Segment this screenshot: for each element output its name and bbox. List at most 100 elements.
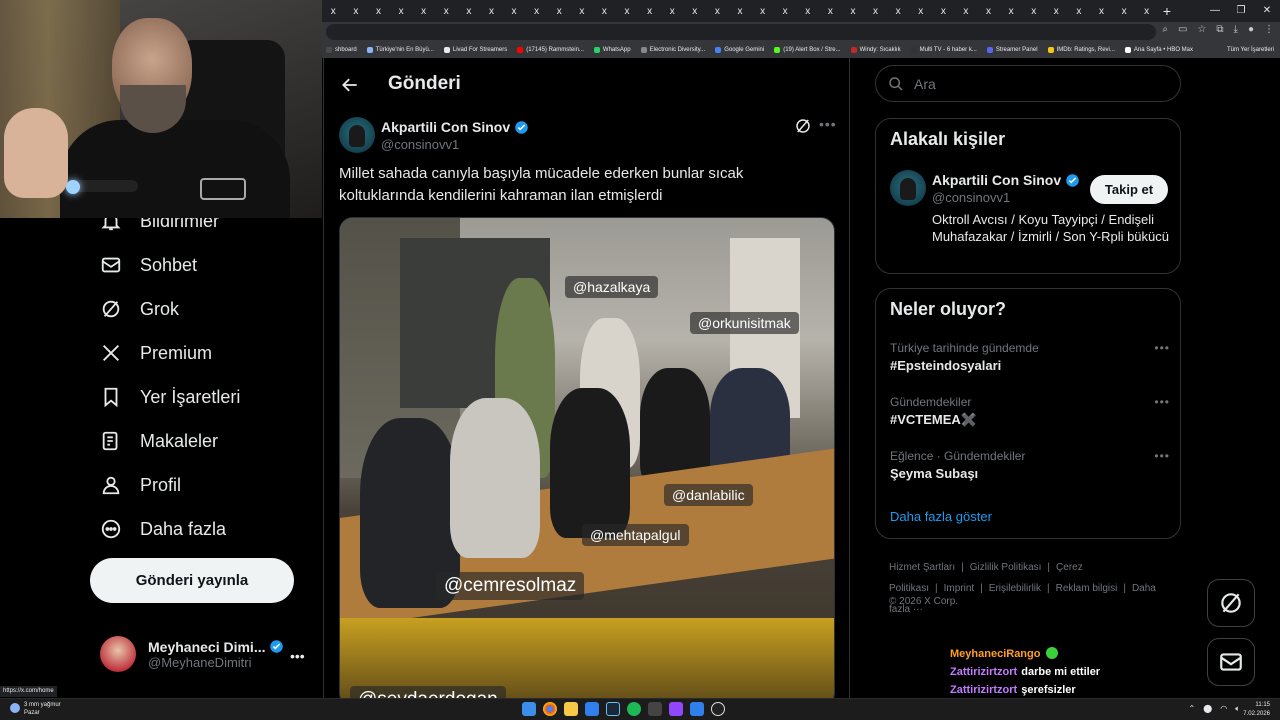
tab-close-button[interactable]: x <box>390 6 413 17</box>
related-name-row[interactable]: Akpartili Con Sinov <box>932 172 1080 188</box>
account-more-icon[interactable]: ••• <box>290 648 305 664</box>
tab-close-button[interactable]: x <box>1000 6 1023 17</box>
footer-link[interactable]: Erişilebilirlik <box>989 583 1041 594</box>
tab-close-button[interactable]: x <box>955 6 978 17</box>
related-handle[interactable]: @consinovv1 <box>932 190 1010 205</box>
tab-close-button[interactable]: x <box>909 6 932 17</box>
tab-close-button[interactable]: x <box>571 6 594 17</box>
zoom-icon[interactable]: ⌕ <box>1162 24 1168 35</box>
download-icon[interactable]: ⤓ <box>1234 24 1238 35</box>
tab-close-button[interactable]: x <box>661 6 684 17</box>
trend-item[interactable]: Türkiye tarihinde gündemde #Epsteindosya… <box>890 341 1170 373</box>
minimize-button[interactable]: — <box>1202 0 1228 22</box>
wifi-icon[interactable]: ◠ <box>1220 704 1227 714</box>
related-avatar[interactable] <box>890 170 926 206</box>
post-more-icon[interactable]: ••• <box>819 116 837 132</box>
show-more-link[interactable]: Daha fazla göster <box>890 509 992 524</box>
tab-close-button[interactable]: x <box>774 6 797 17</box>
new-tab-button[interactable]: + <box>1158 3 1176 19</box>
menu-icon[interactable]: ⋮ <box>1264 24 1274 35</box>
tab-close-button[interactable]: x <box>1022 6 1045 17</box>
trend-more-icon[interactable]: ••• <box>1154 341 1170 355</box>
bookmark-item[interactable]: Livad For Streamers <box>443 47 507 53</box>
all-bookmarks-button[interactable]: Tüm Yer İşaretleri <box>1227 42 1274 58</box>
maximize-button[interactable]: ❐ <box>1228 0 1254 22</box>
nav-item-grok[interactable]: Grok <box>100 298 179 320</box>
volume-icon[interactable]: 🔈︎ <box>1235 704 1240 714</box>
tab-close-button[interactable]: x <box>1113 6 1136 17</box>
post-media-image[interactable]: @hazalkaya @orkunisitmak @danlabilic @me… <box>339 217 835 698</box>
tab-close-button[interactable]: x <box>503 6 526 17</box>
tab-close-button[interactable]: x <box>367 6 390 17</box>
follow-button[interactable]: Takip et <box>1090 175 1168 204</box>
author-avatar[interactable] <box>339 117 375 153</box>
start-icon[interactable] <box>522 702 536 716</box>
clock[interactable]: 11:15 7.02.2026 <box>1243 701 1270 719</box>
app-icon[interactable] <box>585 702 599 716</box>
tab-close-button[interactable]: x <box>706 6 729 17</box>
tab-close-button[interactable]: x <box>412 6 435 17</box>
nav-item-profil[interactable]: Profil <box>100 474 181 496</box>
close-window-button[interactable]: ✕ <box>1254 0 1280 22</box>
account-switcher[interactable]: Meyhaneci Dimi... @MeyhaneDimitri <box>100 636 284 672</box>
tab-close-button[interactable]: x <box>322 6 345 17</box>
tab-close-button[interactable]: x <box>1135 6 1158 17</box>
trend-more-icon[interactable]: ••• <box>1154 449 1170 463</box>
nav-item-sohbet[interactable]: Sohbet <box>100 254 197 276</box>
nav-item-premium[interactable]: Premium <box>100 342 212 364</box>
tab-close-button[interactable]: x <box>593 6 616 17</box>
tab-close-button[interactable]: x <box>458 6 481 17</box>
tab-close-button[interactable]: x <box>525 6 548 17</box>
search-input[interactable]: Ara <box>875 65 1181 102</box>
grok-fab-button[interactable] <box>1207 579 1255 627</box>
nav-item-makaleler[interactable]: Makaleler <box>100 430 218 452</box>
tab-close-button[interactable]: x <box>887 6 910 17</box>
cast-icon[interactable]: ▭ <box>1178 24 1187 35</box>
bookmark-item[interactable]: (19) Alert Box / Stre... <box>774 47 841 53</box>
bookmark-item[interactable]: (17145) Rammstein... <box>517 47 584 53</box>
trend-more-icon[interactable]: ••• <box>1154 395 1170 409</box>
messages-fab-button[interactable] <box>1207 638 1255 686</box>
tray-chevron-icon[interactable]: ⌃ <box>1189 704 1196 714</box>
weather-widget[interactable]: 3 mm yağmur Pazar <box>10 701 61 717</box>
app-icon[interactable] <box>690 702 704 716</box>
profile-icon[interactable]: ● <box>1248 24 1254 35</box>
footer-link[interactable]: Reklam bilgisi <box>1056 583 1118 594</box>
bookmark-item[interactable]: Streamer Panel <box>986 47 1038 53</box>
folder-icon[interactable] <box>564 702 578 716</box>
bookmark-item[interactable]: Multi TV - 6 haber k... <box>910 47 977 53</box>
tab-close-button[interactable]: x <box>842 6 865 17</box>
nav-item-daha-fazla[interactable]: Daha fazla <box>100 518 226 540</box>
steam-icon[interactable] <box>606 702 620 716</box>
app-icon[interactable] <box>669 702 683 716</box>
tab-close-button[interactable]: x <box>345 6 368 17</box>
tab-close-button[interactable]: x <box>435 6 458 17</box>
tab-close-button[interactable]: x <box>616 6 639 17</box>
author-name-row[interactable]: Akpartili Con Sinov <box>381 119 529 135</box>
tab-close-button[interactable]: x <box>864 6 887 17</box>
bookmark-item[interactable]: Windy: Sıcaklık <box>850 47 901 53</box>
tab-close-button[interactable]: x <box>1045 6 1068 17</box>
tab-close-button[interactable]: x <box>796 6 819 17</box>
tab-close-button[interactable]: x <box>729 6 752 17</box>
tab-close-button[interactable]: x <box>977 6 1000 17</box>
bookmark-item[interactable]: Türkiye'nin En Büyü... <box>366 47 434 53</box>
obs-icon[interactable] <box>711 702 725 716</box>
url-field[interactable] <box>326 24 1156 40</box>
author-handle[interactable]: @consinovv1 <box>381 137 459 152</box>
trend-item[interactable]: Gündemdekiler #VCTEMEA✖️ ••• <box>890 395 1170 428</box>
star-icon[interactable]: ☆ <box>1197 24 1206 35</box>
tab-close-button[interactable]: x <box>932 6 955 17</box>
tab-close-button[interactable]: x <box>819 6 842 17</box>
back-arrow-icon[interactable] <box>340 75 360 95</box>
grok-icon[interactable] <box>794 117 812 135</box>
tab-close-button[interactable]: x <box>480 6 503 17</box>
spotify-icon[interactable] <box>627 702 641 716</box>
bookmark-item[interactable]: Ana Sayfa • HBO Max <box>1124 47 1193 53</box>
tab-close-button[interactable]: x <box>638 6 661 17</box>
tab-close-button[interactable]: x <box>548 6 571 17</box>
bookmark-item[interactable]: Electronic Diversity... <box>640 47 705 53</box>
tab-close-button[interactable]: x <box>751 6 774 17</box>
app-icon[interactable] <box>648 702 662 716</box>
tab-close-button[interactable]: x <box>684 6 707 17</box>
